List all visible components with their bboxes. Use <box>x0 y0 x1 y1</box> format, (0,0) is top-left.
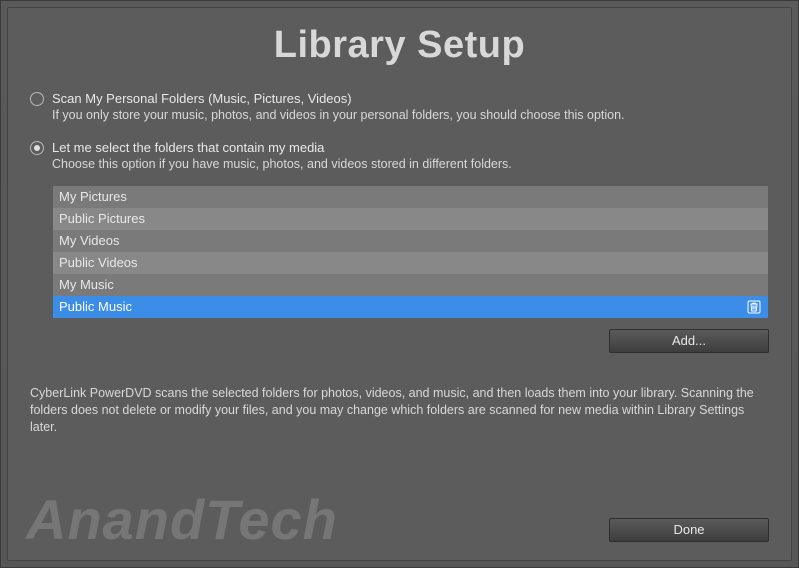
option-personal-folders[interactable]: Scan My Personal Folders (Music, Picture… <box>30 91 769 122</box>
list-item[interactable]: My Music <box>53 274 768 296</box>
option-desc: If you only store your music, photos, an… <box>52 108 769 122</box>
watermark: AnandTech <box>26 487 338 552</box>
option-desc: Choose this option if you have music, ph… <box>52 157 769 171</box>
folder-name: Public Videos <box>59 252 138 274</box>
radio-icon[interactable] <box>30 141 44 155</box>
add-button[interactable]: Add... <box>609 329 769 353</box>
list-item[interactable]: My Videos <box>53 230 768 252</box>
folder-name: Public Pictures <box>59 208 145 230</box>
folder-list: My Pictures Public Pictures My Videos Pu… <box>52 185 769 319</box>
folder-name: Public Music <box>59 296 132 318</box>
folder-name: My Pictures <box>59 186 127 208</box>
option-select-folders[interactable]: Let me select the folders that contain m… <box>30 140 769 353</box>
radio-icon[interactable] <box>30 92 44 106</box>
dialog-title: Library Setup <box>30 24 769 67</box>
list-item[interactable]: Public Pictures <box>53 208 768 230</box>
info-text: CyberLink PowerDVD scans the selected fo… <box>30 385 769 436</box>
list-item[interactable]: My Pictures <box>53 186 768 208</box>
window-frame: Library Setup Scan My Personal Folders (… <box>0 0 799 568</box>
list-item[interactable]: Public Videos <box>53 252 768 274</box>
trash-icon[interactable] <box>746 299 762 315</box>
folder-name: My Videos <box>59 230 119 252</box>
list-item[interactable]: Public Music <box>53 296 768 318</box>
option-label: Scan My Personal Folders (Music, Picture… <box>52 91 352 106</box>
option-label: Let me select the folders that contain m… <box>52 140 324 155</box>
folder-name: My Music <box>59 274 114 296</box>
dialog-body: Library Setup Scan My Personal Folders (… <box>7 7 792 561</box>
done-button[interactable]: Done <box>609 518 769 542</box>
